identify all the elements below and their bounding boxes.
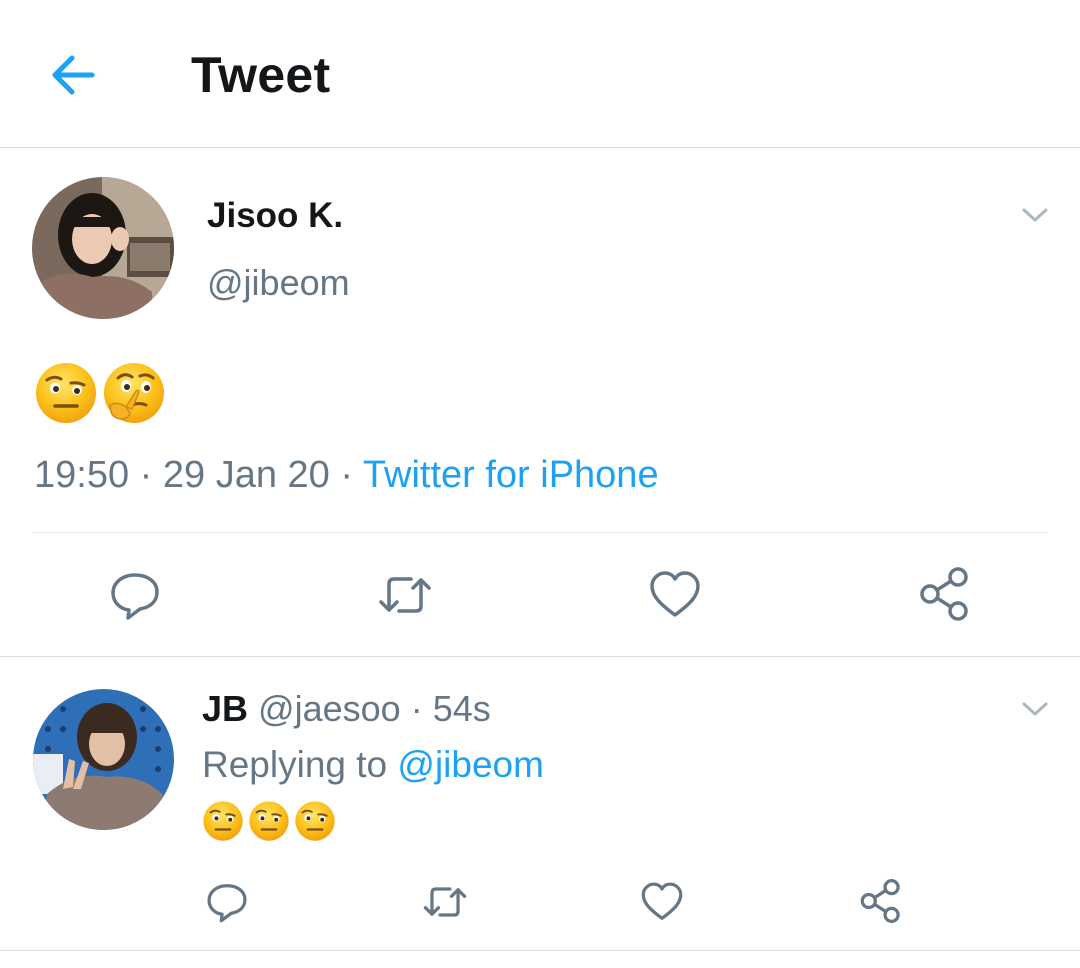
reply-icon bbox=[111, 573, 159, 620]
author-handle[interactable]: @jibeom bbox=[207, 262, 350, 304]
reply-menu-button[interactable] bbox=[1018, 695, 1052, 723]
tweet-date: 29 Jan 20 bbox=[162, 454, 330, 496]
reply-button[interactable] bbox=[108, 568, 162, 622]
divider bbox=[0, 656, 1080, 657]
chevron-down-icon bbox=[1022, 702, 1048, 716]
replying-to: Replying to @jibeom bbox=[202, 744, 544, 786]
chevron-down-icon bbox=[1022, 208, 1048, 222]
reply-header: JB @jaesoo · 54s bbox=[202, 688, 491, 730]
reply-age: 54s bbox=[432, 688, 491, 729]
share-icon bbox=[920, 567, 968, 621]
meta-separator: · bbox=[340, 454, 354, 496]
retweet-button[interactable] bbox=[375, 568, 435, 622]
meta-separator: · bbox=[139, 454, 153, 496]
tweet-source-link[interactable]: Twitter for iPhone bbox=[363, 454, 659, 496]
reply-icon bbox=[207, 884, 247, 923]
raised-eyebrow-emoji bbox=[202, 800, 244, 842]
reply-like-button[interactable] bbox=[640, 880, 684, 924]
back-button[interactable] bbox=[44, 48, 104, 102]
arrow-left-icon bbox=[52, 55, 95, 95]
raised-eyebrow-emoji bbox=[294, 800, 336, 842]
retweet-icon bbox=[423, 887, 467, 917]
author-name[interactable]: Jisoo K. bbox=[207, 196, 343, 236]
like-icon bbox=[650, 571, 700, 617]
replying-to-handle[interactable]: @jibeom bbox=[397, 744, 544, 785]
divider bbox=[32, 532, 1048, 533]
raised-eyebrow-emoji bbox=[34, 361, 98, 425]
tweet-time: 19:50 bbox=[34, 454, 130, 496]
like-icon bbox=[641, 882, 683, 920]
reply-reply-button[interactable] bbox=[205, 880, 249, 924]
tweet-text bbox=[34, 361, 166, 425]
meta-separator: · bbox=[410, 688, 423, 729]
replying-to-label: Replying to bbox=[202, 744, 388, 785]
like-button[interactable] bbox=[648, 568, 702, 622]
page-title: Tweet bbox=[191, 47, 331, 103]
reply-retweet-button[interactable] bbox=[420, 880, 470, 924]
author-avatar[interactable] bbox=[32, 177, 174, 319]
reply-author-name[interactable]: JB bbox=[202, 688, 248, 729]
tweet-meta: 19:50 · 29 Jan 20 · Twitter for iPhone bbox=[34, 454, 659, 497]
reply-author-avatar[interactable] bbox=[33, 689, 174, 830]
tweet-menu-button[interactable] bbox=[1018, 200, 1052, 230]
share-button[interactable] bbox=[918, 566, 972, 622]
top-app-bar bbox=[0, 0, 1080, 148]
reply-text bbox=[202, 800, 336, 842]
raised-eyebrow-emoji bbox=[248, 800, 290, 842]
retweet-icon bbox=[379, 577, 431, 613]
thinking-face-emoji bbox=[102, 361, 166, 425]
share-icon bbox=[860, 879, 900, 923]
reply-share-button[interactable] bbox=[859, 878, 903, 924]
reply-author-handle[interactable]: @jaesoo bbox=[258, 688, 401, 729]
divider bbox=[0, 950, 1080, 951]
